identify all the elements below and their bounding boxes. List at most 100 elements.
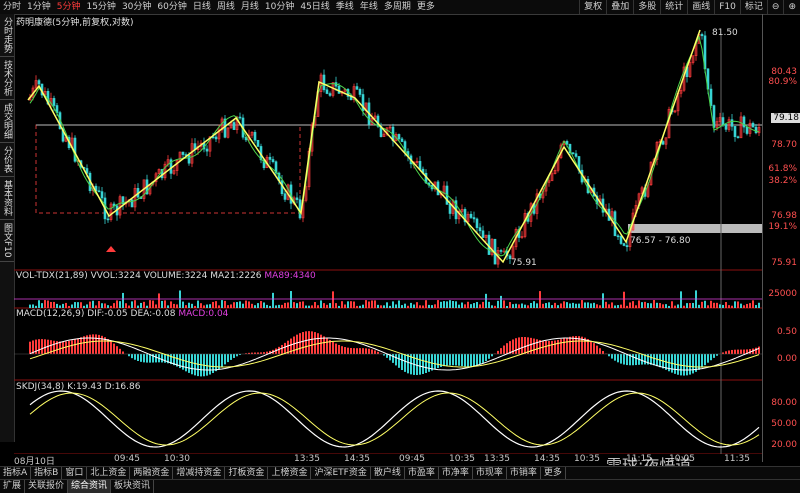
timeframe-tab[interactable]: 1分钟 [24, 0, 54, 14]
timeframe-tab[interactable]: 45日线 [297, 0, 332, 14]
left-tab[interactable]: 图文F10 [0, 220, 14, 262]
macd-bar [215, 354, 217, 371]
macd-bar [284, 343, 286, 354]
volume-bar [80, 302, 82, 308]
volume-bar [425, 300, 427, 308]
volume-bar [296, 303, 298, 308]
macd-bar [53, 341, 55, 354]
candle-body [359, 89, 361, 94]
candle-body [746, 127, 748, 133]
range-bar [628, 224, 762, 233]
bottom-tab[interactable]: 综合资讯 [68, 480, 111, 493]
timeframe-tab[interactable]: 周线 [214, 0, 238, 14]
candle-body [734, 126, 736, 136]
volume-bar [623, 292, 625, 308]
volume-bar [422, 306, 424, 308]
timeframe-tab[interactable]: 60分钟 [154, 0, 189, 14]
volume-bar [638, 300, 640, 308]
timeframe-tab[interactable]: 更多 [414, 0, 438, 14]
volume-bar [332, 291, 334, 308]
volume-bar [446, 301, 448, 308]
skdj-d-line [30, 393, 759, 445]
timeframe-tab[interactable]: 季线 [333, 0, 357, 14]
skdj-k-line [30, 391, 759, 447]
macd-bar [518, 337, 520, 354]
volume-bar [29, 305, 31, 308]
candle-body [419, 161, 421, 169]
macd-bar [191, 354, 193, 374]
volume-bar [302, 301, 304, 308]
volume-bar [428, 305, 430, 308]
volume-bar [338, 306, 340, 308]
bottom-tab[interactable]: 扩展 [0, 480, 25, 493]
macd-bar [224, 354, 226, 364]
bottom-tab[interactable]: 板块资讯 [111, 480, 154, 493]
dea-value: -0.08 [152, 309, 175, 319]
volume-bar [389, 306, 391, 308]
timeframe-tab[interactable]: 15分钟 [83, 0, 118, 14]
timeframe-tab[interactable]: 多周期 [381, 0, 414, 14]
volume-bar [542, 304, 544, 308]
tool-button[interactable]: 标记 [740, 0, 767, 14]
volume-bar [560, 303, 562, 308]
volume-bar [185, 305, 187, 308]
timeframe-tab[interactable]: 10分钟 [262, 0, 297, 14]
candle-body [503, 251, 505, 252]
tool-button[interactable]: 多股 [633, 0, 660, 14]
macd-bar [620, 354, 622, 364]
volume-bar [209, 304, 211, 308]
volume-bar [716, 303, 718, 308]
tool-button[interactable]: ⊖ [767, 0, 784, 14]
timeframe-tab[interactable]: 月线 [238, 0, 262, 14]
macd-bar [377, 352, 379, 354]
tool-button[interactable]: 画线 [687, 0, 714, 14]
timeframe-tab[interactable]: 分时 [0, 0, 24, 14]
macd-bar [434, 354, 436, 369]
macd-bar [563, 338, 565, 354]
volume-bar [503, 300, 505, 308]
volume-bar [485, 294, 487, 308]
timeframe-tab[interactable]: 5分钟 [54, 0, 84, 14]
volume-bar [356, 306, 358, 308]
left-tab[interactable]: 成交明细 [0, 100, 14, 143]
volume-bar [554, 303, 556, 308]
volume-bar [395, 304, 397, 308]
macd-bar [305, 331, 307, 354]
volume-bar [473, 303, 475, 308]
tool-button[interactable]: 统计 [660, 0, 687, 14]
left-tab[interactable]: 基本资料 [0, 177, 14, 220]
volume-bar [746, 304, 748, 308]
left-tab[interactable]: 分价表 [0, 143, 14, 177]
volume-bar [95, 305, 97, 308]
bottom-tab[interactable]: 关联报价 [25, 480, 68, 493]
macd-bar [485, 354, 487, 361]
timeframe-tab[interactable]: 30分钟 [119, 0, 154, 14]
tool-button[interactable]: F10 [714, 0, 740, 14]
timeframe-tab[interactable]: 年线 [357, 0, 381, 14]
macd-bar [725, 351, 727, 354]
macd-axis-label: 0.50 [777, 327, 797, 337]
tool-button[interactable]: 叠加 [606, 0, 633, 14]
volume-bar [572, 303, 574, 308]
left-tab[interactable]: 技术分析 [0, 57, 14, 100]
volume-bar [701, 302, 703, 308]
macd-bar [332, 342, 334, 354]
volume-bar [467, 302, 469, 308]
timeframe-tab[interactable]: 日线 [190, 0, 214, 14]
candle-body [752, 123, 754, 127]
volume-bar [266, 305, 268, 308]
tool-button[interactable]: ⊕ [783, 0, 800, 14]
volume-bar [380, 305, 382, 308]
volume-bar [203, 305, 205, 308]
volume-bar [722, 305, 724, 308]
left-tab[interactable]: 分时走势 [0, 14, 14, 57]
volume-bar [62, 304, 64, 308]
volume-bar [404, 304, 406, 308]
volume-bar [152, 301, 154, 308]
candle-body [731, 120, 733, 127]
chart-tools: 复权叠加多股统计画线F10标记⊖⊕ [579, 0, 800, 14]
macd-bar [362, 348, 364, 354]
tool-button[interactable]: 复权 [579, 0, 606, 14]
volume-bar [704, 301, 706, 308]
macd-bar [131, 354, 133, 358]
